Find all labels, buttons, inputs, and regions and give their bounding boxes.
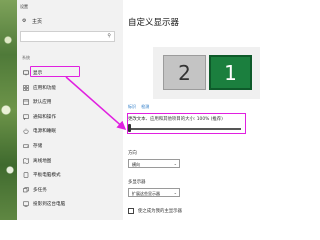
power-icon (23, 128, 29, 135)
sidebar-item-offline-maps[interactable]: 离线地图 (17, 155, 123, 170)
multitask-icon (23, 187, 29, 192)
sidebar-item-label: 存储 (33, 143, 43, 149)
sidebar-item-default-apps[interactable]: 默认应用 (17, 96, 123, 111)
notifications-icon (23, 114, 29, 120)
monitor-number: 1 (224, 60, 237, 85)
sidebar-item-label: 离线地图 (33, 158, 52, 164)
map-icon (23, 157, 29, 164)
home-label: 主页 (32, 19, 43, 25)
settings-window: 设置 ⚙ 主页 ⚲ 系统 显示 应用和功能 默认应用 通知和操作 电源和睡眠 存… (0, 0, 297, 220)
sidebar-item-notifications[interactable]: 通知和操作 (17, 111, 123, 126)
display-arrangement: 2 1 (153, 47, 260, 99)
sidebar-item-label: 默认应用 (33, 100, 52, 106)
storage-icon (23, 144, 29, 148)
monitor-number: 2 (178, 60, 191, 85)
sidebar-item-label: 电源和睡眠 (33, 129, 56, 135)
search-icon[interactable]: ⚲ (107, 33, 111, 39)
orientation-dropdown[interactable]: 横向 ⌄ (128, 159, 180, 168)
default-apps-icon (23, 99, 29, 105)
window-title: 设置 (20, 4, 28, 9)
page-title: 自定义显示器 (128, 18, 180, 28)
orientation-value: 横向 (132, 161, 140, 167)
multi-display-label: 多显示器 (128, 180, 146, 185)
multi-display-value: 扩展这些显示器 (132, 190, 160, 196)
sidebar-item-power[interactable]: 电源和睡眠 (17, 125, 123, 140)
section-label: 系统 (22, 55, 30, 60)
search-input[interactable] (21, 41, 104, 50)
monitor-1[interactable]: 1 (209, 55, 252, 90)
home-link[interactable]: ⚙ 主页 (20, 17, 120, 27)
sidebar-nav: 显示 应用和功能 默认应用 通知和操作 电源和睡眠 存储 离线地图 平板电脑模式… (17, 67, 123, 213)
main-content: 自定义显示器 2 1 标识 检测 更改文本、应用和其他项目的大小: 100% (… (123, 0, 297, 220)
wallpaper-photo (0, 0, 17, 220)
project-icon (23, 201, 29, 207)
search-box[interactable]: ⚲ (20, 31, 115, 50)
sidebar: 设置 ⚙ 主页 ⚲ 系统 显示 应用和功能 默认应用 通知和操作 电源和睡眠 存… (17, 0, 123, 220)
display-highlight-box (30, 66, 80, 77)
sidebar-item-tablet-mode[interactable]: 平板电脑模式 (17, 169, 123, 184)
chevron-down-icon: ⌄ (173, 161, 177, 166)
sidebar-item-label: 投影到这台电脑 (33, 202, 66, 208)
identify-detect-links: 标识 检测 (128, 104, 153, 110)
main-display-checkbox[interactable] (128, 208, 134, 214)
main-display-checkbox-label: 使之成为我的主显示器 (138, 209, 182, 214)
tablet-icon (23, 172, 29, 178)
scale-highlight-box (127, 113, 246, 134)
apps-icon (23, 84, 29, 91)
sidebar-item-storage[interactable]: 存储 (17, 140, 123, 155)
sidebar-item-apps[interactable]: 应用和功能 (17, 82, 123, 97)
identify-link[interactable]: 标识 (128, 104, 136, 109)
sidebar-item-label: 平板电脑模式 (33, 173, 61, 179)
sidebar-item-label: 应用和功能 (33, 85, 56, 91)
sidebar-item-multitasking[interactable]: 多任务 (17, 184, 123, 199)
sidebar-item-project[interactable]: 投影到这台电脑 (17, 198, 123, 213)
detect-link[interactable]: 检测 (141, 104, 149, 109)
gear-icon: ⚙ (22, 18, 27, 24)
sidebar-item-label: 多任务 (33, 187, 47, 193)
monitor-icon (23, 70, 29, 76)
chevron-down-icon: ⌄ (173, 190, 177, 195)
orientation-label: 方向 (128, 151, 137, 156)
multi-display-dropdown[interactable]: 扩展这些显示器 ⌄ (128, 188, 180, 197)
monitor-2[interactable]: 2 (163, 55, 206, 90)
sidebar-item-label: 通知和操作 (33, 114, 56, 120)
